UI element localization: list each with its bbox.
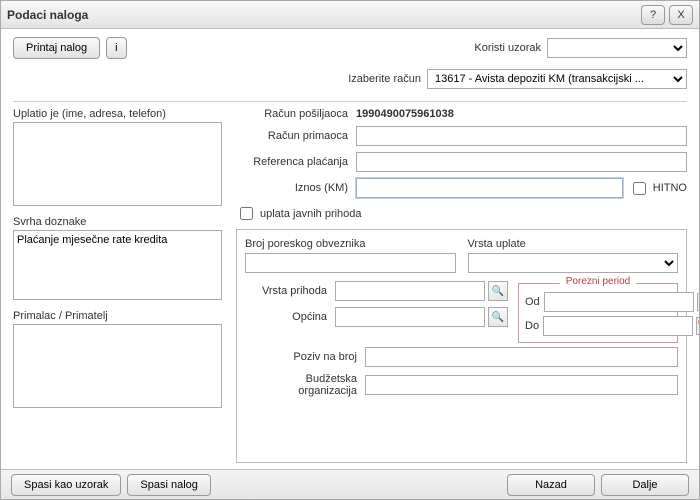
sender-account-value: 1990490075961038 bbox=[356, 108, 687, 120]
save-template-button[interactable]: Spasi kao uzorak bbox=[11, 474, 121, 496]
municipality-input[interactable] bbox=[335, 307, 485, 327]
divider bbox=[13, 101, 687, 102]
budget-org-label: Budžetska organizacija bbox=[245, 373, 365, 397]
payee-label: Primalac / Primatelj bbox=[13, 310, 222, 322]
next-button[interactable]: Dalje bbox=[601, 474, 689, 496]
payer-label: Uplatio je (ime, adresa, telefon) bbox=[13, 108, 222, 120]
dialog-window: Podaci naloga ? X Printaj nalog i Korist… bbox=[0, 0, 700, 500]
payment-ref-label: Referenca plaćanja bbox=[236, 156, 356, 168]
payer-textarea[interactable] bbox=[13, 122, 222, 206]
municipality-label: Općina bbox=[245, 311, 335, 323]
period-to-label: Do bbox=[525, 320, 543, 332]
public-revenue-label: uplata javnih prihoda bbox=[260, 208, 362, 220]
account-select[interactable]: 13617 - Avista depoziti KM (transakcijsk… bbox=[427, 69, 687, 89]
payment-type-label: Vrsta uplate bbox=[468, 238, 679, 250]
template-select[interactable] bbox=[547, 38, 687, 58]
amount-input[interactable] bbox=[356, 178, 623, 198]
call-no-label: Poziv na broj bbox=[245, 351, 365, 363]
recipient-account-label: Račun primaoca bbox=[236, 130, 356, 142]
left-column: Uplatio je (ime, adresa, telefon) Svrha … bbox=[13, 108, 222, 463]
budget-org-input[interactable] bbox=[365, 375, 678, 395]
tax-period-box: Porezni period Od 📅 Do 📅 bbox=[518, 283, 678, 343]
save-order-button[interactable]: Spasi nalog bbox=[127, 474, 211, 496]
window-title: Podaci naloga bbox=[7, 8, 637, 22]
revenue-type-lookup-button[interactable]: 🔍 bbox=[488, 281, 508, 301]
search-icon: 🔍 bbox=[492, 312, 504, 323]
info-button[interactable]: i bbox=[106, 37, 126, 59]
period-from-calendar-button[interactable]: 📅 bbox=[697, 293, 699, 311]
right-column: Račun pošiljaoca 1990490075961038 Račun … bbox=[236, 108, 687, 463]
urgent-label: HITNO bbox=[653, 182, 687, 194]
public-revenue-checkbox[interactable] bbox=[240, 207, 253, 220]
template-label: Koristi uzorak bbox=[474, 42, 547, 54]
sender-account-label: Račun pošiljaoca bbox=[236, 108, 356, 120]
recipient-account-input[interactable] bbox=[356, 126, 687, 146]
calendar-icon: 📅 bbox=[698, 297, 699, 308]
payee-textarea[interactable] bbox=[13, 324, 222, 408]
period-from-label: Od bbox=[525, 296, 544, 308]
public-revenue-group: Broj poreskog obveznika Vrsta uplate Vrs… bbox=[236, 229, 687, 463]
footer: Spasi kao uzorak Spasi nalog Nazad Dalje bbox=[1, 469, 699, 499]
calendar-icon: 📅 bbox=[697, 321, 699, 332]
search-icon: 🔍 bbox=[492, 286, 504, 297]
close-button[interactable]: X bbox=[669, 5, 693, 25]
tax-no-label: Broj poreskog obveznika bbox=[245, 238, 456, 250]
urgent-checkbox[interactable] bbox=[633, 182, 646, 195]
help-button[interactable]: ? bbox=[641, 5, 665, 25]
titlebar: Podaci naloga ? X bbox=[1, 1, 699, 29]
revenue-type-label: Vrsta prihoda bbox=[245, 285, 335, 297]
tax-period-legend: Porezni period bbox=[560, 276, 636, 287]
period-from-input[interactable] bbox=[544, 292, 694, 312]
period-to-input[interactable] bbox=[543, 316, 693, 336]
back-button[interactable]: Nazad bbox=[507, 474, 595, 496]
payment-type-select[interactable] bbox=[468, 253, 679, 273]
purpose-label: Svrha doznake bbox=[13, 216, 222, 228]
purpose-textarea[interactable]: Plaćanje mjesečne rate kredita bbox=[13, 230, 222, 300]
tax-no-input[interactable] bbox=[245, 253, 456, 273]
period-to-calendar-button[interactable]: 📅 bbox=[696, 317, 699, 335]
amount-label: Iznos (KM) bbox=[236, 182, 356, 194]
toolbar: Printaj nalog i Koristi uzorak bbox=[1, 29, 699, 63]
payment-ref-input[interactable] bbox=[356, 152, 687, 172]
print-button[interactable]: Printaj nalog bbox=[13, 37, 100, 59]
municipality-lookup-button[interactable]: 🔍 bbox=[488, 307, 508, 327]
form-body: Uplatio je (ime, adresa, telefon) Svrha … bbox=[1, 108, 699, 469]
call-no-input[interactable] bbox=[365, 347, 678, 367]
account-label: Izaberite račun bbox=[348, 73, 427, 85]
revenue-type-input[interactable] bbox=[335, 281, 485, 301]
